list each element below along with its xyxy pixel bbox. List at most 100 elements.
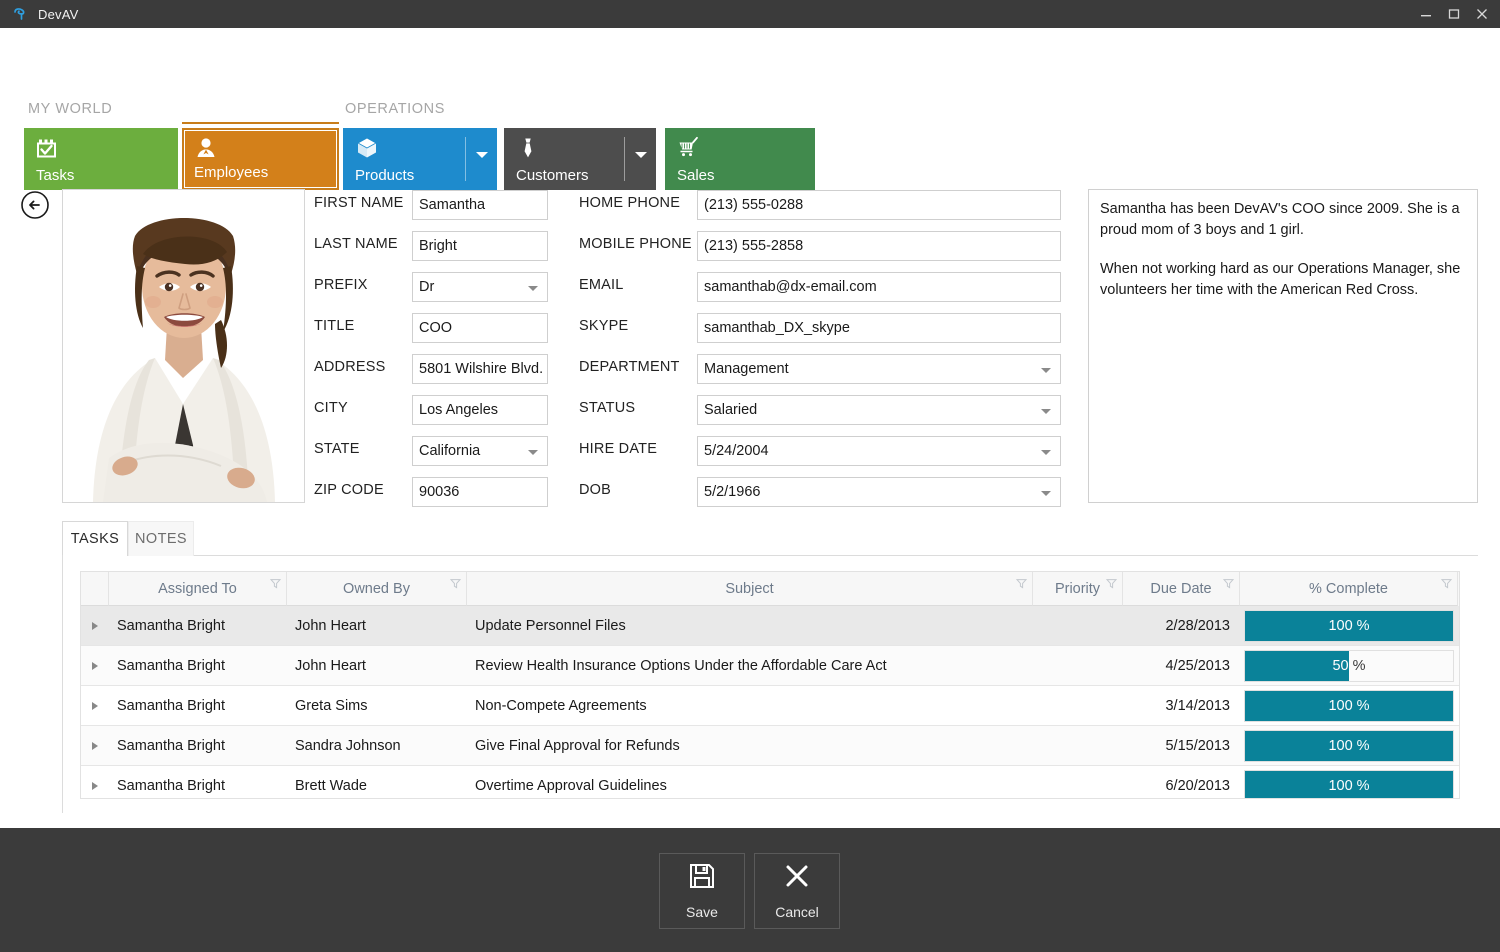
tab-notes[interactable]: NOTES bbox=[128, 521, 194, 556]
filter-icon[interactable] bbox=[1441, 577, 1452, 593]
application-window: DevAV MY WORLD OPERATIONS bbox=[0, 0, 1500, 952]
employee-notes[interactable]: Samantha has been DevAV's COO since 2009… bbox=[1088, 189, 1478, 503]
filter-icon[interactable] bbox=[270, 577, 281, 593]
tab-tasks[interactable]: TASKS bbox=[62, 521, 128, 556]
cell-subject: Update Personnel Files bbox=[467, 606, 1033, 646]
field-label: MOBILE PHONE bbox=[579, 236, 692, 252]
row-expand-icon[interactable] bbox=[81, 646, 109, 686]
cell-due-date: 3/14/2013 bbox=[1123, 686, 1240, 726]
maximize-icon[interactable] bbox=[1448, 8, 1464, 20]
progress-bar: 100 %100 % bbox=[1244, 770, 1454, 799]
cell-owned-by: John Heart bbox=[287, 646, 467, 686]
field-combobox[interactable]: 5/24/2004 bbox=[697, 436, 1061, 466]
form-field-row: SKYPEsamanthab_DX_skype bbox=[579, 313, 1061, 343]
field-input[interactable]: Samantha bbox=[412, 190, 548, 220]
nav-tile-label: Products bbox=[355, 167, 414, 184]
tab-panel-edge bbox=[62, 555, 63, 813]
field-label: DOB bbox=[579, 482, 611, 498]
save-button[interactable]: Save bbox=[659, 853, 745, 929]
field-label: STATE bbox=[314, 441, 360, 457]
field-combobox[interactable]: Salaried bbox=[697, 395, 1061, 425]
close-icon[interactable] bbox=[1476, 8, 1492, 20]
table-row[interactable]: Samantha BrightBrett WadeOvertime Approv… bbox=[81, 766, 1459, 799]
progress-bar-label: 100 % bbox=[1245, 771, 1453, 799]
grid-body: Samantha BrightJohn HeartUpdate Personne… bbox=[81, 606, 1459, 799]
cell-owned-by: Sandra Johnson bbox=[287, 726, 467, 766]
back-arrow-icon bbox=[20, 190, 50, 220]
navigation-bar: MY WORLD OPERATIONS Tasks bbox=[0, 28, 1500, 165]
table-row[interactable]: Samantha BrightJohn HeartUpdate Personne… bbox=[81, 606, 1459, 646]
cell-owned-by: Brett Wade bbox=[287, 766, 467, 799]
field-input[interactable]: 5801 Wilshire Blvd. bbox=[412, 354, 548, 384]
detail-tabs: TASKS NOTES bbox=[62, 521, 1478, 556]
progress-label-clip: 100 % bbox=[1245, 771, 1453, 799]
table-row[interactable]: Samantha BrightGreta SimsNon-Compete Agr… bbox=[81, 686, 1459, 726]
field-input[interactable]: (213) 555-2858 bbox=[697, 231, 1061, 261]
cancel-button[interactable]: Cancel bbox=[754, 853, 840, 929]
nav-tile-employees[interactable]: Employees bbox=[182, 128, 339, 190]
progress-bar: 100 %100 % bbox=[1244, 730, 1454, 762]
grid-column-header[interactable]: Subject bbox=[467, 572, 1033, 606]
field-label: ADDRESS bbox=[314, 359, 386, 375]
minimize-icon[interactable] bbox=[1420, 8, 1436, 20]
form-field-row: DEPARTMENT Management bbox=[579, 354, 1061, 384]
grid-column-header[interactable]: Owned By bbox=[287, 572, 467, 606]
form-field-row: HIRE DATE5/24/2004 bbox=[579, 436, 1061, 466]
table-row[interactable]: Samantha BrightJohn HeartReview Health I… bbox=[81, 646, 1459, 686]
nav-tile-products[interactable]: Products bbox=[343, 128, 497, 190]
field-input[interactable]: Bright bbox=[412, 231, 548, 261]
cell-due-date: 5/15/2013 bbox=[1123, 726, 1240, 766]
form-field-row: EMAILsamanthab@dx-email.com bbox=[579, 272, 1061, 302]
field-label: LAST NAME bbox=[314, 236, 398, 252]
grid-column-header[interactable]: Assigned To bbox=[109, 572, 287, 606]
nav-tile-tasks[interactable]: Tasks bbox=[24, 128, 178, 190]
nav-tile-sales[interactable]: Sales bbox=[665, 128, 815, 190]
field-input[interactable]: COO bbox=[412, 313, 548, 343]
grid-column-header[interactable]: Priority bbox=[1033, 572, 1123, 606]
cell-percent-complete: 100 %100 % bbox=[1240, 766, 1458, 799]
tab-label: TASKS bbox=[71, 531, 119, 547]
cancel-button-label: Cancel bbox=[775, 904, 819, 920]
field-combobox[interactable]: Management bbox=[697, 354, 1061, 384]
field-input[interactable]: Los Angeles bbox=[412, 395, 548, 425]
row-expand-icon[interactable] bbox=[81, 606, 109, 646]
tile-divider bbox=[624, 137, 625, 181]
grid-column-header-label: Priority bbox=[1055, 581, 1100, 597]
field-input[interactable]: samanthab@dx-email.com bbox=[697, 272, 1061, 302]
back-button[interactable] bbox=[20, 190, 50, 220]
field-input[interactable]: (213) 555-0288 bbox=[697, 190, 1061, 220]
filter-icon[interactable] bbox=[1223, 577, 1234, 593]
row-expand-icon[interactable] bbox=[81, 766, 109, 799]
chevron-down-icon[interactable] bbox=[476, 152, 488, 158]
field-label: DEPARTMENT bbox=[579, 359, 680, 375]
row-expand-icon[interactable] bbox=[81, 726, 109, 766]
grid-column-header-label: Subject bbox=[725, 581, 773, 597]
filter-icon[interactable] bbox=[450, 577, 461, 593]
field-input[interactable]: samanthab_DX_skype bbox=[697, 313, 1061, 343]
form-field-row: MOBILE PHONE (213) 555-2858 bbox=[579, 231, 1061, 261]
field-combobox[interactable]: California bbox=[412, 436, 548, 466]
field-label: STATUS bbox=[579, 400, 635, 416]
nav-tile-customers[interactable]: Customers bbox=[504, 128, 656, 190]
chevron-down-icon[interactable] bbox=[635, 152, 647, 158]
progress-bar-label: 100 % bbox=[1245, 731, 1453, 761]
field-label: CITY bbox=[314, 400, 348, 416]
progress-bar: 100 %100 % bbox=[1244, 690, 1454, 722]
filter-icon[interactable] bbox=[1106, 577, 1117, 593]
grid-column-header[interactable]: Due Date bbox=[1123, 572, 1240, 606]
field-combobox[interactable]: 5/2/1966 bbox=[697, 477, 1061, 507]
cell-percent-complete: 100 %100 % bbox=[1240, 686, 1458, 726]
cell-percent-complete: 100 %100 % bbox=[1240, 726, 1458, 766]
box-icon bbox=[354, 135, 380, 161]
field-input[interactable]: 90036 bbox=[412, 477, 548, 507]
row-expand-icon[interactable] bbox=[81, 686, 109, 726]
filter-icon[interactable] bbox=[1016, 577, 1027, 593]
grid-column-header[interactable]: % Complete bbox=[1240, 572, 1458, 606]
table-row[interactable]: Samantha BrightSandra JohnsonGive Final … bbox=[81, 726, 1459, 766]
field-combobox[interactable]: Dr bbox=[412, 272, 548, 302]
form-field-row: FIRST NAMESamantha bbox=[314, 190, 548, 220]
form-field-row: HOME PHONE(213) 555-0288 bbox=[579, 190, 1061, 220]
employee-photo bbox=[62, 189, 305, 503]
person-icon bbox=[193, 135, 219, 161]
cell-due-date: 4/25/2013 bbox=[1123, 646, 1240, 686]
